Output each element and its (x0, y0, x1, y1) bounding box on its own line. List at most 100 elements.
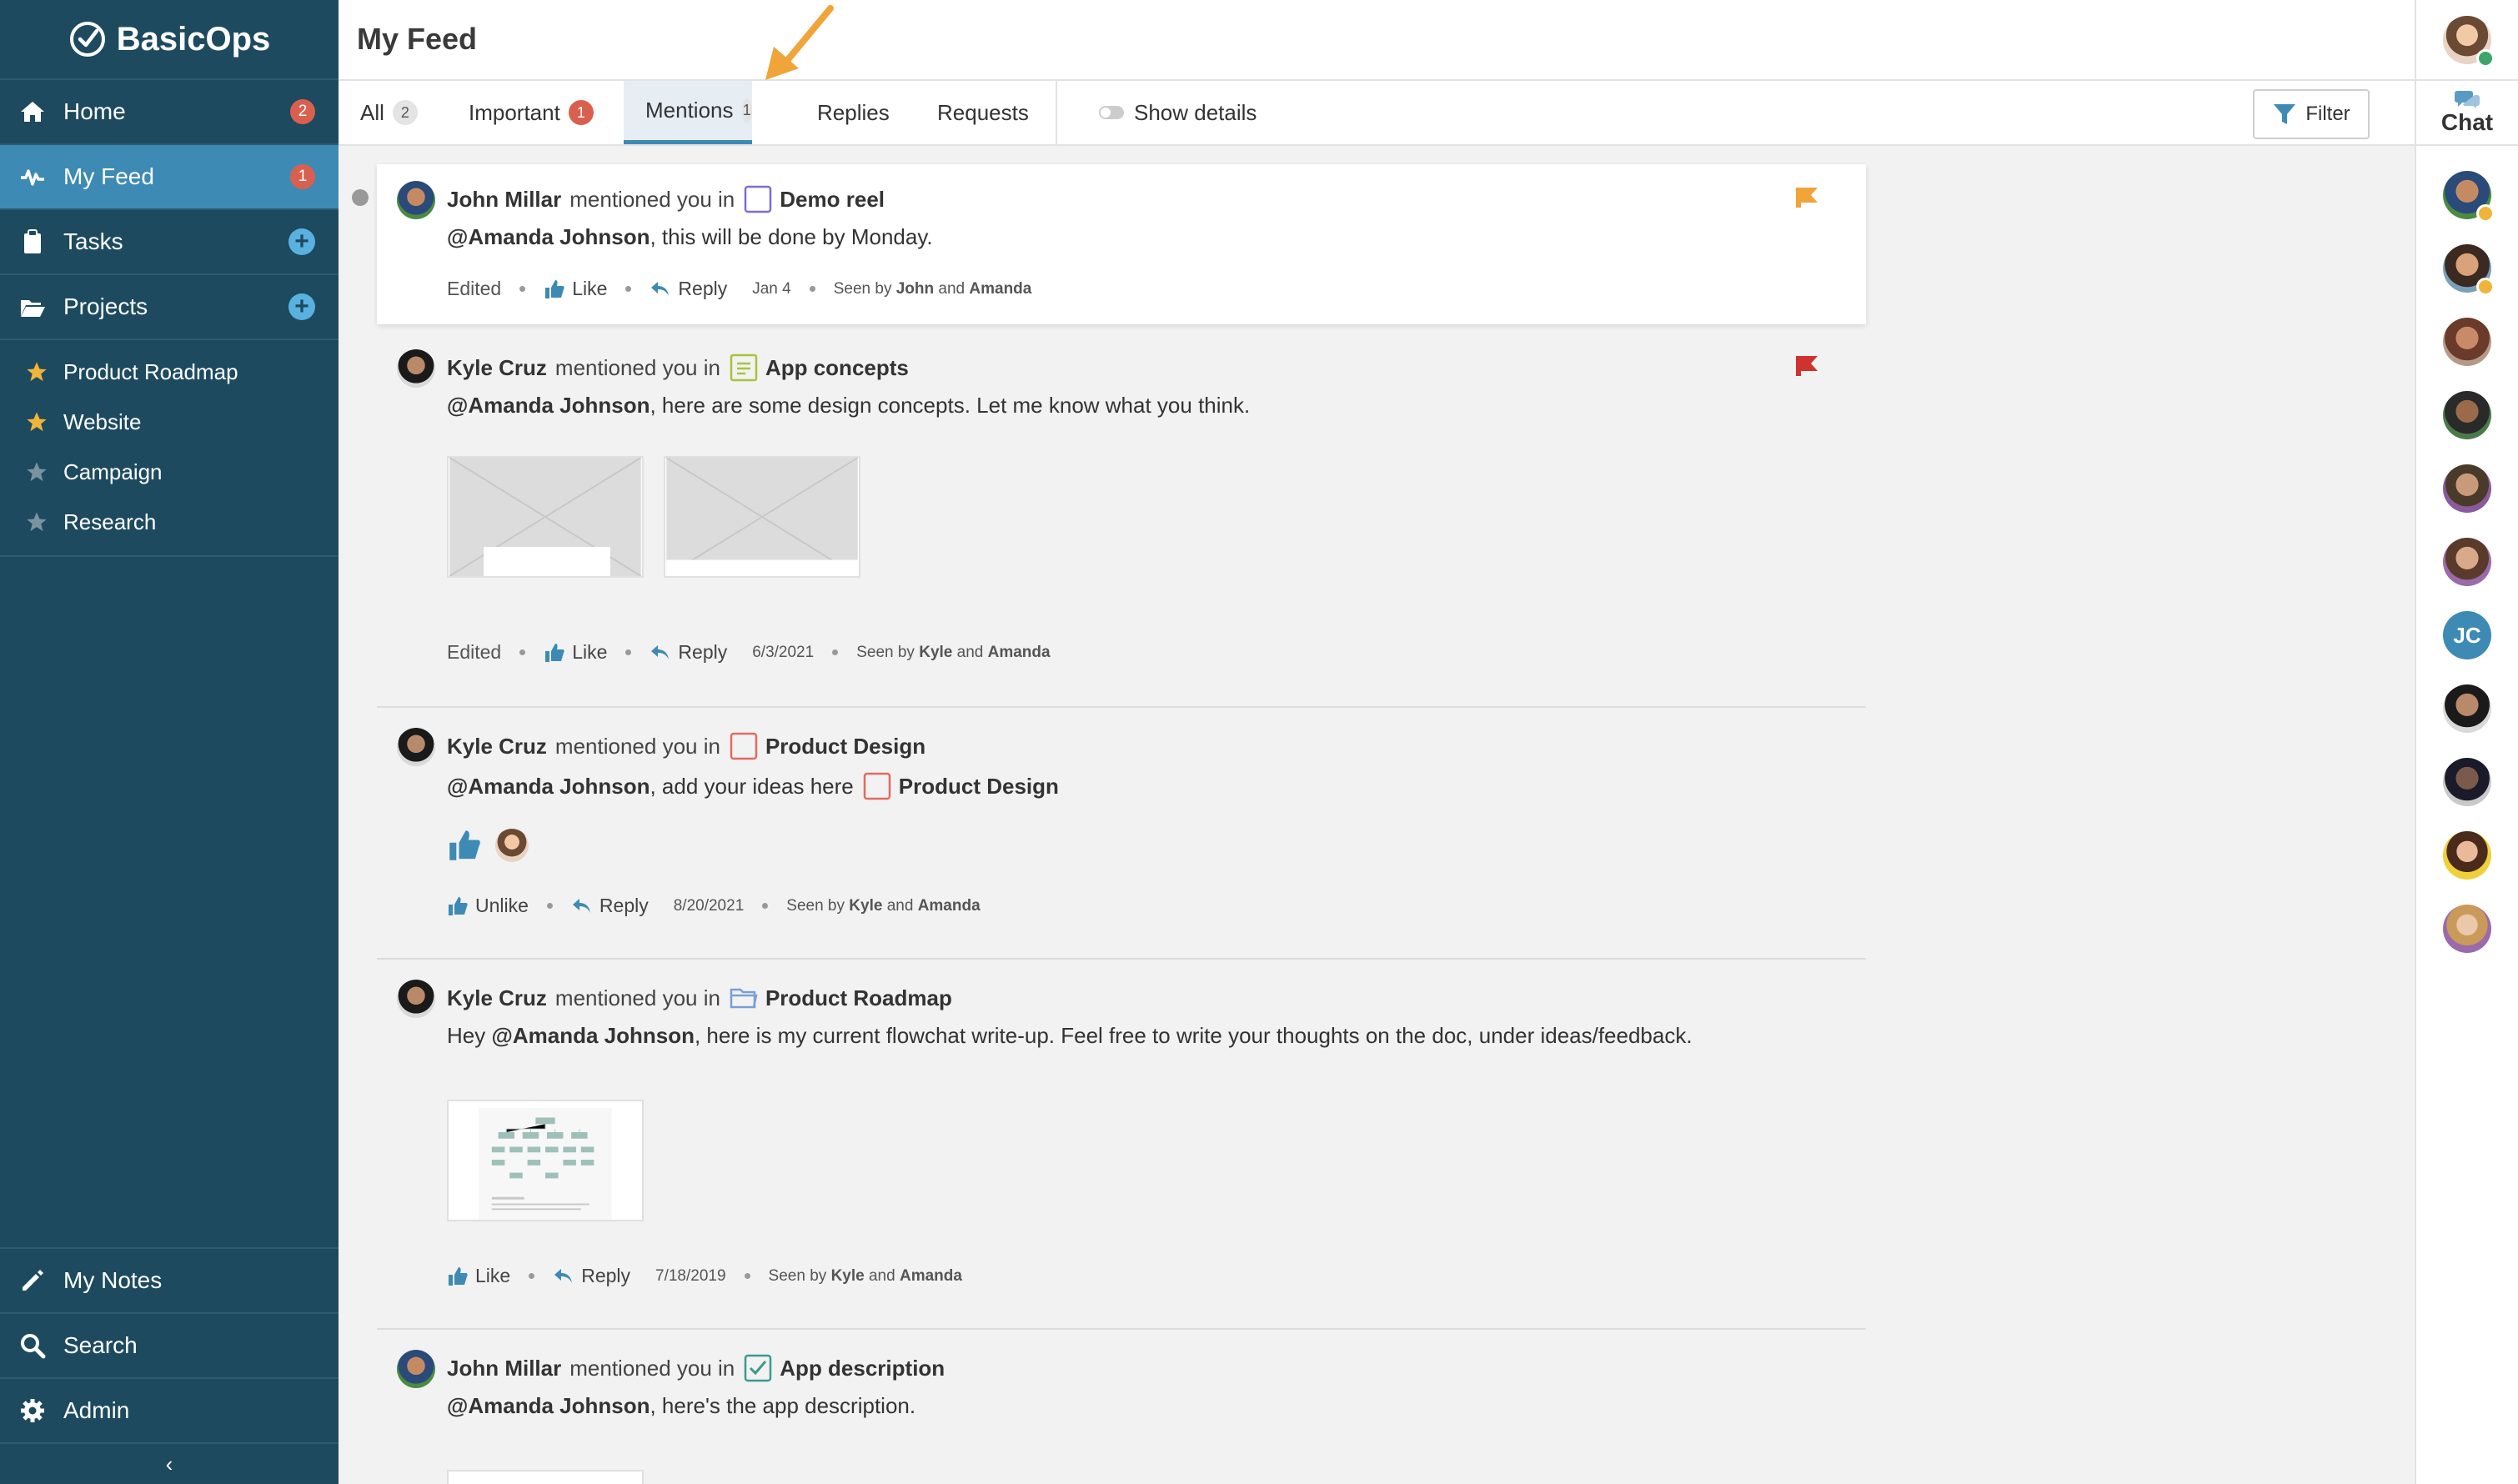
author-avatar[interactable] (397, 349, 435, 388)
object-link[interactable]: Product Roadmap (765, 985, 952, 1011)
chat-contact-avatar-jc[interactable]: JC (2443, 611, 2491, 659)
author-name[interactable]: Kyle Cruz (447, 734, 547, 760)
tab-mentions[interactable]: Mentions 1 (624, 81, 752, 144)
like-button[interactable]: Like (447, 1265, 510, 1287)
like-button[interactable]: Like (544, 278, 607, 300)
flag-red-icon[interactable] (1793, 353, 1821, 378)
author-avatar[interactable] (397, 181, 435, 219)
author-avatar[interactable] (397, 980, 435, 1018)
user-avatar[interactable] (2443, 15, 2495, 68)
nav-search[interactable]: Search (0, 1312, 339, 1377)
thumbs-up-reaction-icon[interactable] (447, 828, 482, 863)
reply-label: Reply (581, 1265, 631, 1286)
reactor-avatar[interactable] (495, 829, 529, 862)
chat-contact-avatar[interactable] (2443, 831, 2491, 880)
tab-replies[interactable]: Replies (817, 81, 890, 144)
chat-contact-avatar[interactable] (2443, 318, 2491, 366)
filter-button[interactable]: Filter (2253, 89, 2370, 139)
separator-dot (625, 286, 632, 292)
mention-name[interactable]: @Amanda Johnson (447, 1393, 650, 1419)
separator-dot (519, 286, 526, 292)
nav-admin[interactable]: Admin (0, 1377, 339, 1442)
seen-by: Seen by Kyle and Amanda (786, 896, 981, 915)
star-outline-icon[interactable] (25, 510, 48, 534)
reply-button[interactable]: Reply (553, 1265, 630, 1287)
feed-item[interactable]: Kyle Cruz mentioned you in Product Roadm… (377, 960, 1866, 1330)
nav-my-notes[interactable]: My Notes (0, 1247, 339, 1312)
image-attachment[interactable] (447, 456, 644, 578)
document-attachment[interactable] (447, 1470, 644, 1484)
object-link[interactable]: App description (780, 1356, 945, 1381)
mention-name[interactable]: @Amanda Johnson (491, 1023, 694, 1049)
chat-contact-avatar[interactable] (2443, 171, 2495, 223)
flowchart-thumbnail-icon (449, 1101, 641, 1220)
toggle-switch[interactable] (1099, 106, 1124, 119)
thumbs-up-icon (449, 1266, 468, 1286)
star-outline-icon[interactable] (25, 460, 48, 484)
author-name[interactable]: Kyle Cruz (447, 355, 547, 381)
nav-tasks[interactable]: Tasks + (0, 210, 339, 275)
like-button[interactable]: Like (544, 641, 607, 664)
flag-orange-icon[interactable] (1793, 184, 1821, 209)
chat-label: Chat (2440, 109, 2494, 135)
chat-contact-avatar[interactable] (2443, 684, 2491, 733)
tab-label: Mentions (645, 98, 734, 123)
project-item-research[interactable]: Research (0, 497, 339, 547)
project-item-product-roadmap[interactable]: Product Roadmap (0, 347, 339, 397)
project-item-website[interactable]: Website (0, 397, 339, 447)
image-placeholder-icon (449, 458, 642, 576)
mention-name[interactable]: @Amanda Johnson (447, 224, 650, 250)
feed-item-header: Kyle Cruz mentioned you in Product Desig… (447, 731, 925, 761)
chat-contact-avatar[interactable] (2443, 391, 2491, 439)
feed-item[interactable]: John Millar mentioned you in Demo reel @… (377, 164, 1866, 324)
mention-name[interactable]: @Amanda Johnson (447, 774, 650, 800)
star-filled-icon[interactable] (25, 360, 48, 384)
feed-item[interactable]: John Millar mentioned you in App descrip… (377, 1330, 1866, 1484)
app-logo[interactable]: BasicOps (0, 0, 339, 80)
chevron-left-icon: ‹ (165, 1451, 173, 1476)
image-attachment[interactable] (664, 456, 860, 578)
show-details-toggle[interactable]: Show details (1099, 81, 1256, 144)
author-name[interactable]: Kyle Cruz (447, 985, 547, 1011)
nav-my-feed[interactable]: My Feed 1 (0, 145, 339, 210)
my-profile[interactable] (2416, 0, 2518, 81)
chat-contact-avatar[interactable] (2443, 538, 2491, 586)
reply-button[interactable]: Reply (650, 641, 727, 664)
reply-button[interactable]: Reply (650, 278, 727, 300)
nav-my-feed-label: My Feed (63, 163, 154, 189)
project-label: Campaign (63, 459, 163, 484)
chat-header[interactable]: Chat (2416, 81, 2518, 146)
chat-contact-avatar[interactable] (2443, 905, 2491, 953)
tab-requests[interactable]: Requests (937, 81, 1029, 144)
chat-contact-avatar[interactable] (2443, 758, 2491, 806)
tab-important[interactable]: Important 1 (469, 81, 594, 144)
mention-text: mentioned you in (554, 354, 720, 380)
object-link[interactable]: Demo reel (780, 187, 885, 213)
chat-contact-avatar[interactable] (2443, 244, 2495, 296)
object-link[interactable]: App concepts (765, 355, 909, 381)
add-project-button[interactable]: + (288, 293, 315, 320)
tab-all[interactable]: All 2 (360, 81, 418, 144)
feed-item[interactable]: Kyle Cruz mentioned you in App concepts … (377, 339, 1866, 708)
collapse-sidebar-button[interactable]: ‹ (0, 1442, 339, 1484)
project-item-campaign[interactable]: Campaign (0, 447, 339, 497)
nav-home[interactable]: Home 2 (0, 80, 339, 145)
add-task-button[interactable]: + (288, 228, 315, 255)
author-avatar[interactable] (397, 1350, 435, 1388)
mention-name[interactable]: @Amanda Johnson (447, 393, 650, 419)
task-square-icon (862, 771, 892, 801)
inline-object-link[interactable]: Product Design (899, 774, 1059, 800)
author-avatar[interactable] (397, 728, 435, 766)
pencil-icon (18, 1266, 47, 1295)
reply-button[interactable]: Reply (571, 895, 649, 917)
author-name[interactable]: John Millar (447, 1356, 561, 1381)
chat-contact-avatar[interactable] (2443, 464, 2491, 513)
object-link[interactable]: Product Design (765, 734, 925, 760)
author-name[interactable]: John Millar (447, 187, 561, 213)
feed-item[interactable]: Kyle Cruz mentioned you in Product Desig… (377, 708, 1866, 960)
timestamp: 6/3/2021 (752, 643, 815, 661)
nav-projects[interactable]: Projects + (0, 275, 339, 340)
unlike-button[interactable]: Unlike (447, 895, 529, 917)
document-attachment[interactable] (447, 1100, 644, 1221)
star-filled-icon[interactable] (25, 410, 48, 434)
